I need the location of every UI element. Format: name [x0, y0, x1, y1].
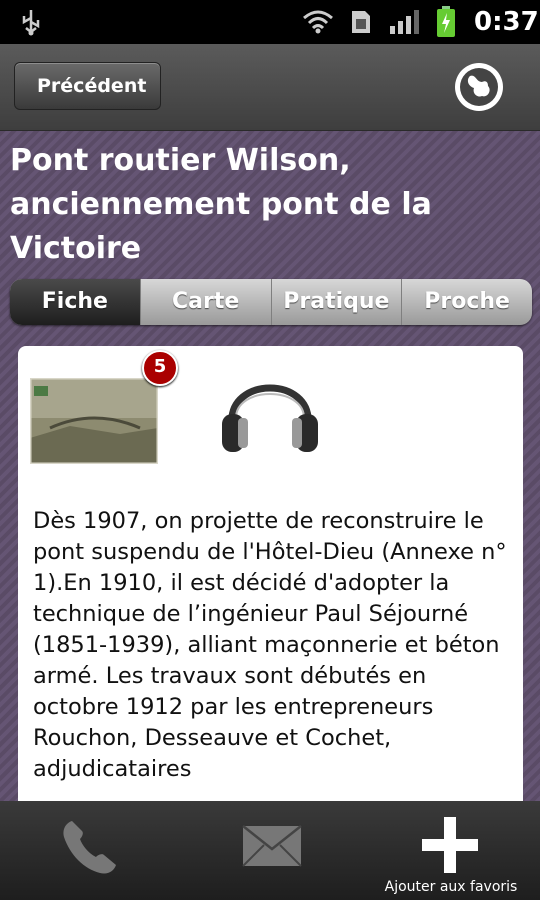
- back-button[interactable]: Précédent: [14, 62, 162, 110]
- tab-proche[interactable]: Proche: [401, 279, 532, 325]
- mail-icon[interactable]: [242, 825, 302, 867]
- sim-icon: [352, 11, 370, 33]
- content-area: Pont routier Wilson, anciennement pont d…: [0, 131, 540, 801]
- photo-thumbnail[interactable]: [30, 378, 158, 464]
- add-favorite-icon[interactable]: [420, 815, 480, 875]
- tab-carte[interactable]: Carte: [139, 279, 271, 325]
- description-text: Dès 1907, on projette de reconstruire le…: [33, 508, 507, 782]
- detail-card: 5 Dès 1907, on projette de reconstruire …: [18, 346, 523, 801]
- add-favorite-label[interactable]: Ajouter aux favoris: [376, 879, 526, 895]
- tab-fiche[interactable]: Fiche: [10, 279, 140, 325]
- headphones-icon[interactable]: [218, 366, 322, 456]
- header-bar: Précédent: [0, 44, 540, 131]
- bottom-action-bar: Ajouter aux favoris: [0, 801, 540, 900]
- status-bar: 0:37: [0, 0, 540, 44]
- tab-bar: Fiche Carte Pratique Proche: [10, 279, 532, 325]
- tab-pratique[interactable]: Pratique: [270, 279, 402, 325]
- usb-icon: [22, 10, 40, 36]
- wifi-icon: [303, 10, 333, 34]
- clock: 0:37: [474, 7, 539, 37]
- signal-icon: [390, 10, 419, 34]
- phone-icon[interactable]: [58, 815, 122, 879]
- app-logo-icon[interactable]: [452, 60, 506, 114]
- photo-count-badge: 5: [142, 350, 178, 386]
- page-title: Pont routier Wilson, anciennement pont d…: [10, 143, 432, 266]
- battery-charging-icon: [437, 6, 455, 37]
